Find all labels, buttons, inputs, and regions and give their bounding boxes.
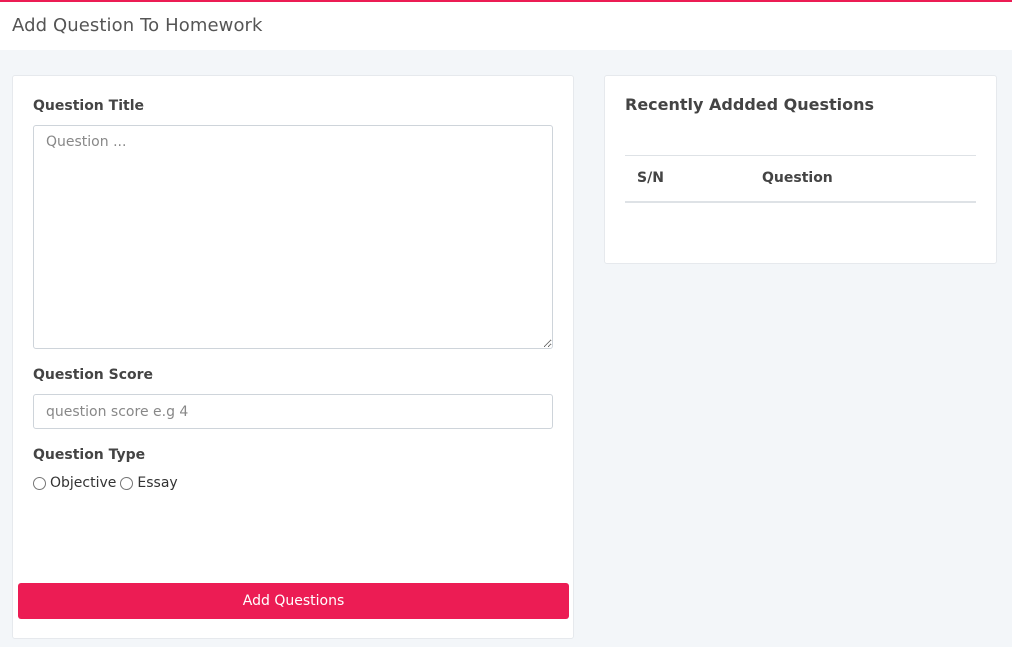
essay-radio[interactable] — [120, 476, 134, 490]
essay-radio-label: Essay — [137, 475, 178, 491]
objective-radio-label: Objective — [50, 475, 117, 491]
column-header-question: Question — [750, 155, 976, 203]
recent-questions-table: S/N Question — [625, 155, 976, 203]
page-title: Add Question To Homework — [12, 15, 263, 36]
add-questions-button[interactable]: Add Questions — [18, 583, 569, 619]
question-title-textarea[interactable] — [33, 125, 553, 349]
objective-radio[interactable] — [33, 476, 46, 490]
question-type-label: Question Type — [33, 447, 146, 463]
column-header-sn: S/N — [625, 155, 750, 203]
question-score-label: Question Score — [33, 367, 154, 383]
recent-questions-title: Recently Addded Questions — [625, 95, 875, 114]
question-title-label: Question Title — [33, 98, 144, 114]
add-question-form-card: Question Title Question Score Question T… — [12, 75, 574, 639]
top-bar: Add Question To Homework — [0, 0, 1012, 50]
question-type-essay-option[interactable]: Essay — [120, 475, 178, 491]
question-type-options: Objective Essay — [33, 475, 182, 491]
table-header-row: S/N Question — [625, 155, 976, 203]
recent-questions-card: Recently Addded Questions S/N Question — [604, 75, 997, 264]
question-type-objective-option[interactable]: Objective — [33, 475, 116, 491]
question-score-input[interactable] — [33, 394, 553, 429]
